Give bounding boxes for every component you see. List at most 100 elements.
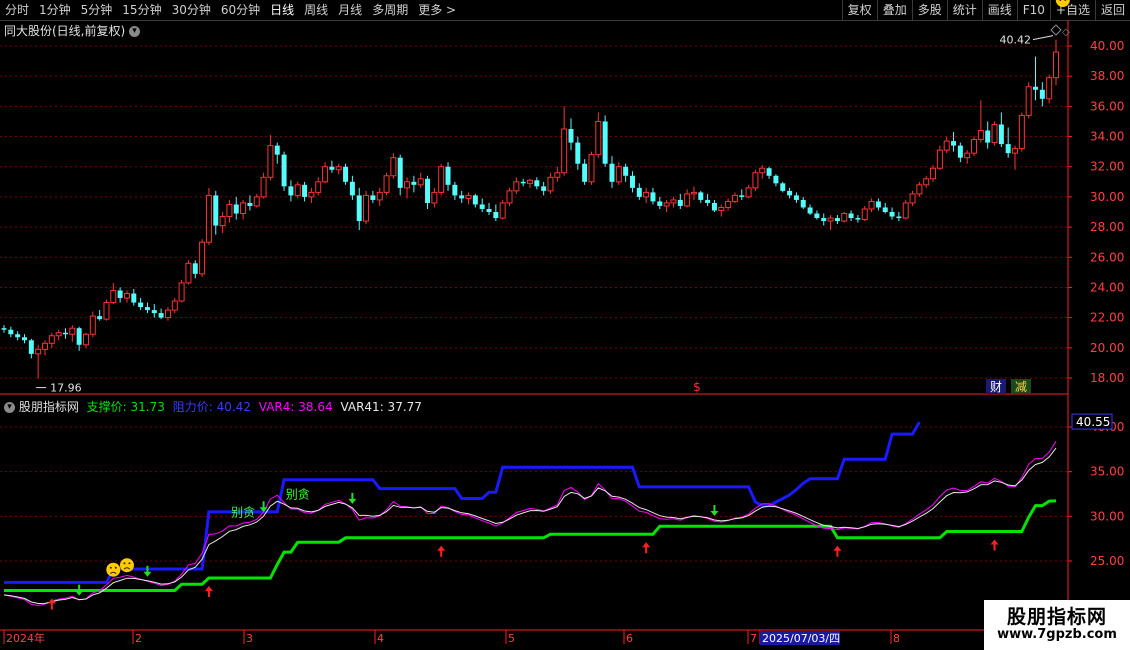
candle-body-up	[294, 184, 301, 196]
buy-up-arrow	[204, 585, 213, 597]
main-y-tick-label: 26.00	[1090, 250, 1124, 264]
main-y-tick-label: 32.00	[1090, 160, 1124, 174]
candle-body-down	[1, 328, 7, 330]
candle-body-up	[55, 332, 62, 337]
candle-body-up	[841, 213, 848, 222]
candle-body-down	[151, 310, 157, 314]
candle-body-up	[171, 300, 178, 311]
candle-body-up	[670, 199, 677, 204]
main-y-tick-label: 20.00	[1090, 341, 1124, 355]
candle-body-up	[663, 202, 670, 207]
date-label: 7	[750, 632, 757, 645]
candle-body-down	[705, 199, 711, 203]
indicator-y-tick-label: 35.00	[1090, 465, 1124, 479]
resistance-line	[4, 421, 921, 584]
candle-body-down	[356, 195, 362, 222]
settings-dropdown-icon[interactable]: ▾	[129, 26, 141, 37]
candle-body-down	[780, 183, 786, 191]
indicator-name: 股朋指标网	[18, 400, 79, 414]
candle-body-up	[718, 206, 725, 211]
candle-body-up	[561, 128, 568, 174]
diamond-icon	[1050, 24, 1062, 36]
candle-body-up	[431, 191, 438, 204]
sad-face-icon	[119, 558, 134, 573]
candle-body-up	[977, 130, 984, 141]
candle-body-up	[513, 181, 520, 192]
candle-body-up	[643, 191, 650, 198]
candle-body-down	[493, 212, 499, 219]
candle-body-up	[916, 184, 923, 195]
candle-body-down	[793, 195, 799, 200]
candle-body-down	[575, 142, 581, 164]
candle-body-down	[131, 293, 137, 303]
candle-body-down	[349, 181, 355, 196]
date-label: 6	[626, 632, 633, 645]
candle-body-down	[998, 124, 1004, 145]
candle-body-down	[739, 195, 745, 197]
candle-body-down	[875, 201, 881, 208]
candle-body-up	[438, 166, 445, 193]
candle-body-up	[827, 217, 834, 222]
sad-face-eye	[114, 566, 117, 569]
candle-body-up	[48, 335, 55, 344]
candle-body-down	[288, 186, 294, 196]
candle-body-down	[787, 190, 793, 196]
candle-body-down	[302, 184, 308, 197]
candle-body-down	[766, 168, 772, 176]
badge-cai: 财	[990, 380, 1002, 394]
candle-body-up	[404, 181, 411, 189]
date-label: 2	[135, 632, 142, 645]
candle-body-down	[889, 212, 895, 217]
candle-body-down	[192, 263, 198, 274]
candle-body-up	[199, 241, 206, 275]
candle-body-down	[882, 207, 888, 212]
stock-title: 同大股份(日线,前复权) ▾	[4, 22, 141, 39]
main-y-tick-label: 28.00	[1090, 220, 1124, 234]
candle-body-up	[690, 191, 697, 195]
candle-body-up	[725, 200, 732, 208]
candle-body-up	[240, 202, 247, 215]
sad-face-eye	[123, 562, 126, 565]
main-y-tick-label: 34.00	[1090, 130, 1124, 144]
candle-body-up	[178, 282, 185, 302]
high-price-arrow	[1032, 35, 1054, 41]
candle-body-up	[315, 181, 322, 193]
buy-up-arrow	[642, 542, 651, 554]
main-y-tick-label: 38.00	[1090, 69, 1124, 83]
candle-body-up	[205, 194, 212, 243]
resistance-value-box-text: 40.55	[1076, 415, 1110, 429]
candle-body-up	[103, 302, 110, 320]
candle-body-down	[397, 157, 403, 188]
indicator-settings-icon[interactable]: ▾	[4, 402, 15, 413]
candle-body-up	[909, 193, 916, 204]
candle-body-down	[629, 175, 635, 188]
candle-body-down	[957, 145, 963, 158]
candle-body-up	[943, 140, 950, 151]
candle-body-up	[991, 123, 998, 144]
candle-body-down	[568, 129, 574, 143]
candle-body-up	[527, 179, 533, 184]
candle-body-down	[144, 307, 150, 311]
candle-body-up	[110, 289, 117, 304]
candle-body-up	[185, 262, 192, 284]
indicator-y-tick-label: 30.00	[1090, 509, 1124, 523]
candle-body-up	[89, 315, 96, 335]
kline-chart[interactable]: 40.00 38.00 36.00 34.00 32.00 30.00 28.00 26.00…	[0, 0, 1130, 650]
candle-body-up	[861, 208, 868, 221]
candle-body-down	[213, 195, 219, 226]
candle-body-down	[821, 218, 827, 222]
candle-body-down	[117, 290, 123, 299]
main-y-tick-label: 30.00	[1090, 190, 1124, 204]
candle-body-up	[1053, 51, 1059, 79]
candle-body-down	[343, 166, 349, 182]
candle-body-down	[97, 316, 103, 320]
candle-body-up	[971, 139, 978, 154]
var41-value: VAR41: 37.77	[340, 400, 422, 414]
candle-body-up	[335, 166, 342, 171]
candle-body-down	[609, 163, 615, 182]
candle-body-down	[650, 192, 656, 202]
candle-body-down	[76, 328, 82, 345]
candle-body-up	[752, 172, 759, 189]
candle-body-up	[554, 172, 561, 178]
candle-body-up	[82, 333, 89, 346]
